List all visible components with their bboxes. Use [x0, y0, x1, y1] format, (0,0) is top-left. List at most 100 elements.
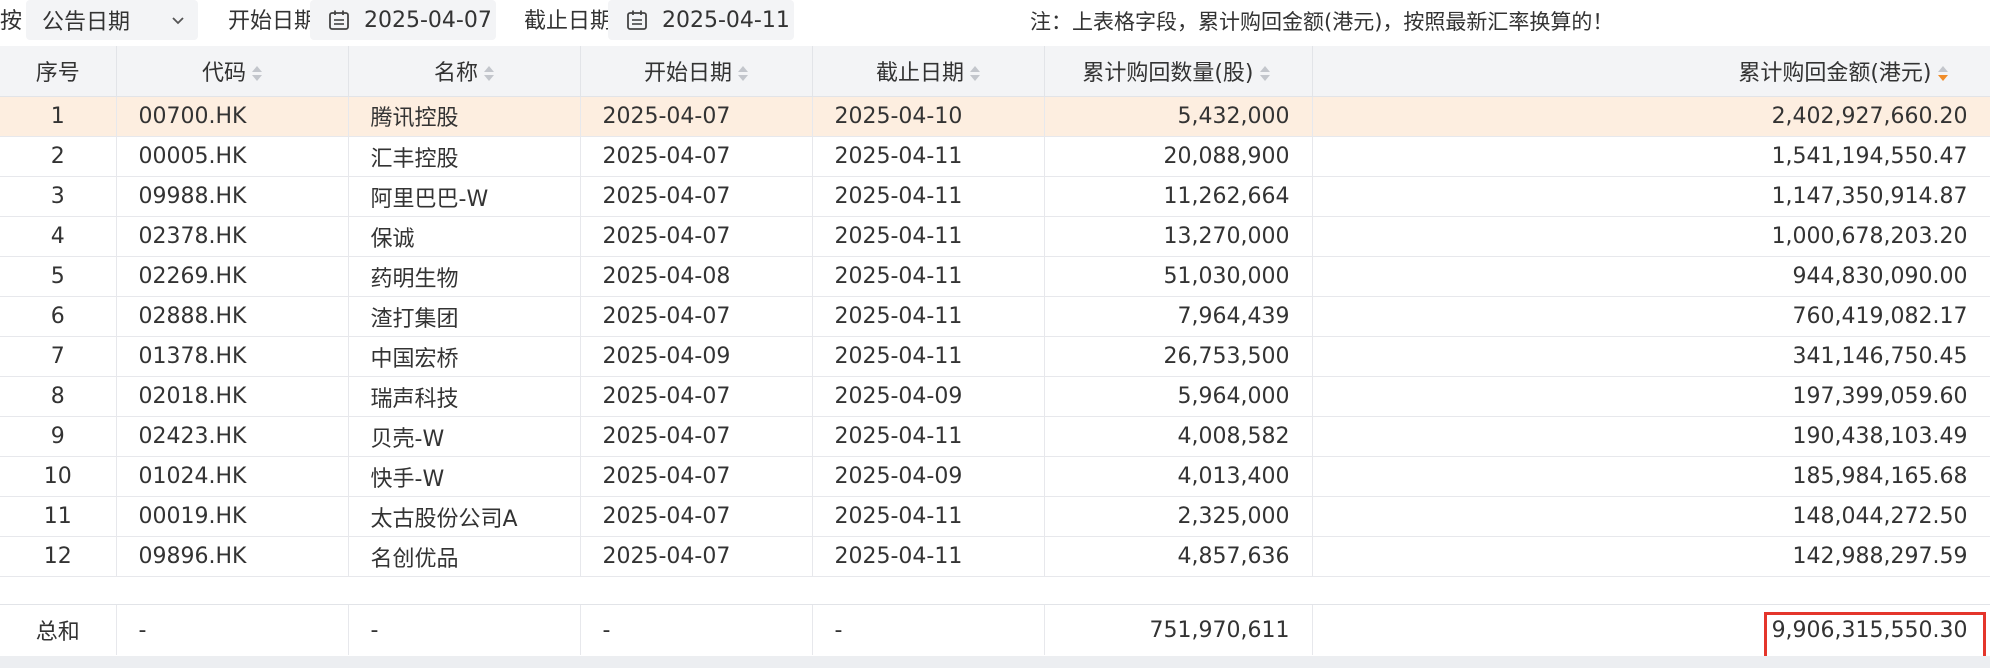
cell-amount: 1,541,194,550.47	[1312, 136, 1990, 177]
cell-code: 09896.HK	[116, 536, 349, 577]
cell-end-date: 2025-04-09	[812, 376, 1045, 417]
cell-amount: 197,399,059.60	[1312, 376, 1990, 417]
cell-quantity: 4,008,582	[1044, 416, 1313, 457]
sort-icon[interactable]	[1259, 65, 1270, 83]
cell-index: 3	[0, 176, 117, 217]
total-code: -	[116, 605, 349, 655]
column-header-amount[interactable]: 累计购回金额(港元)	[1312, 46, 1990, 97]
cell-amount: 944,830,090.00	[1312, 256, 1990, 297]
sort-icon[interactable]	[484, 65, 494, 83]
cell-quantity: 51,030,000	[1044, 256, 1313, 297]
cell-code: 02423.HK	[116, 416, 349, 457]
cell-name: 快手-W	[348, 456, 581, 497]
table-row[interactable]: 9 02423.HK 贝壳-W 2025-04-07 2025-04-11 4,008,5…	[0, 416, 1990, 457]
cell-name: 贝壳-W	[348, 416, 581, 457]
cell-amount: 1,147,350,914.87	[1312, 176, 1990, 217]
table-row[interactable]: 2 00005.HK 汇丰控股 2025-04-07 2025-04-11 20,088,…	[0, 136, 1990, 177]
cell-index: 9	[0, 416, 117, 457]
date-type-select[interactable]: 公告日期	[26, 0, 198, 40]
column-header-name[interactable]: 名称	[348, 46, 581, 97]
cell-quantity: 5,964,000	[1044, 376, 1313, 417]
cell-quantity: 20,088,900	[1044, 136, 1313, 177]
end-date-label: 截止日期	[524, 9, 613, 34]
cell-code: 00005.HK	[116, 136, 349, 177]
cell-index: 2	[0, 136, 117, 177]
cell-end-date: 2025-04-11	[812, 256, 1045, 297]
cell-start-date: 2025-04-07	[580, 176, 813, 217]
cell-name: 汇丰控股	[348, 136, 581, 177]
start-date-picker[interactable]: 2025-04-07	[310, 0, 496, 40]
cell-start-date: 2025-04-07	[580, 496, 813, 537]
cell-end-date: 2025-04-11	[812, 296, 1045, 337]
buyback-table: 序号 代码 名称 开始日期 截止日期 累计购回数量(股) 累计购回金额(港元) …	[0, 46, 1990, 668]
cell-amount: 185,984,165.68	[1312, 456, 1990, 497]
sort-desc-icon[interactable]	[1937, 65, 1948, 83]
sort-icon[interactable]	[738, 65, 748, 83]
cell-quantity: 13,270,000	[1044, 216, 1313, 257]
sort-icon[interactable]	[252, 65, 262, 83]
cell-code: 02378.HK	[116, 216, 349, 257]
cell-end-date: 2025-04-11	[812, 496, 1045, 537]
cell-end-date: 2025-04-11	[812, 536, 1045, 577]
cell-code: 01378.HK	[116, 336, 349, 377]
cell-index: 8	[0, 376, 117, 417]
table-row[interactable]: 1 00700.HK 腾讯控股 2025-04-07 2025-04-10 5,432,0…	[0, 96, 1990, 137]
cell-start-date: 2025-04-08	[580, 256, 813, 297]
cell-quantity: 2,325,000	[1044, 496, 1313, 537]
cell-index: 11	[0, 496, 117, 537]
cell-name: 腾讯控股	[348, 96, 581, 137]
table-body: 1 00700.HK 腾讯控股 2025-04-07 2025-04-10 5,432,0…	[0, 96, 1990, 601]
total-name: -	[348, 605, 581, 655]
cell-name: 阿里巴巴-W	[348, 176, 581, 217]
cell-end-date: 2025-04-10	[812, 96, 1045, 137]
horizontal-scrollbar[interactable]	[0, 656, 1990, 668]
cell-start-date: 2025-04-07	[580, 536, 813, 577]
column-header-start-date[interactable]: 开始日期	[580, 46, 813, 97]
total-quantity: 751,970,611	[1044, 605, 1313, 655]
cell-quantity: 4,013,400	[1044, 456, 1313, 497]
cell-amount: 341,146,750.45	[1312, 336, 1990, 377]
cell-index: 4	[0, 216, 117, 257]
totals-row: 总和 - - - - 751,970,611 9,906,315,550.30	[0, 604, 1990, 657]
column-header-index[interactable]: 序号	[0, 46, 117, 97]
cell-quantity: 11,262,664	[1044, 176, 1313, 217]
cell-code: 00019.HK	[116, 496, 349, 537]
sort-icon[interactable]	[970, 65, 980, 83]
table-row[interactable]: 8 02018.HK 瑞声科技 2025-04-07 2025-04-09 5,964,0…	[0, 376, 1990, 417]
cell-end-date: 2025-04-11	[812, 176, 1045, 217]
cell-quantity: 4,857,636	[1044, 536, 1313, 577]
column-header-end-date[interactable]: 截止日期	[812, 46, 1045, 97]
end-date-value: 2025-04-11	[662, 7, 790, 33]
end-date-picker[interactable]: 2025-04-11	[608, 0, 794, 40]
filter-prefix: 按	[0, 9, 23, 34]
table-row[interactable]: 5 02269.HK 药明生物 2025-04-08 2025-04-11 51,030,…	[0, 256, 1990, 297]
cell-end-date: 2025-04-11	[812, 216, 1045, 257]
table-row[interactable]: 4 02378.HK 保诚 2025-04-07 2025-04-11 13,270,00…	[0, 216, 1990, 257]
table-row[interactable]: 7 01378.HK 中国宏桥 2025-04-09 2025-04-11 26,753,…	[0, 336, 1990, 377]
cell-index: 10	[0, 456, 117, 497]
cell-code: 02888.HK	[116, 296, 349, 337]
cell-index: 5	[0, 256, 117, 297]
cell-amount: 760,419,082.17	[1312, 296, 1990, 337]
cell-amount: 2,402,927,660.20	[1312, 96, 1990, 137]
cell-amount: 190,438,103.49	[1312, 416, 1990, 457]
table-row[interactable]: 3 09988.HK 阿里巴巴-W 2025-04-07 2025-04-11 11,26…	[0, 176, 1990, 217]
cell-name: 渣打集团	[348, 296, 581, 337]
cell-amount: 148,044,272.50	[1312, 496, 1990, 537]
table-row[interactable]: 6 02888.HK 渣打集团 2025-04-07 2025-04-11 7,964,4…	[0, 296, 1990, 337]
table-row[interactable]: 11 00019.HK 太古股份公司A 2025-04-07 2025-04-11 2,3…	[0, 496, 1990, 537]
exchange-rate-note: 注：上表格字段，累计购回金额(港元)，按照最新汇率换算的！	[1030, 10, 1614, 34]
cell-index: 6	[0, 296, 117, 337]
cell-end-date: 2025-04-09	[812, 456, 1045, 497]
column-header-quantity[interactable]: 累计购回数量(股)	[1044, 46, 1313, 97]
column-header-code[interactable]: 代码	[116, 46, 349, 97]
table-row[interactable]: 10 01024.HK 快手-W 2025-04-07 2025-04-09 4,013,…	[0, 456, 1990, 497]
cell-end-date: 2025-04-11	[812, 336, 1045, 377]
date-type-value: 公告日期	[42, 10, 131, 35]
cell-name: 太古股份公司A	[348, 496, 581, 537]
cell-code: 00700.HK	[116, 96, 349, 137]
cell-name: 中国宏桥	[348, 336, 581, 377]
cell-code: 09988.HK	[116, 176, 349, 217]
cell-index: 12	[0, 536, 117, 577]
table-row[interactable]: 12 09896.HK 名创优品 2025-04-07 2025-04-11 4,857,…	[0, 536, 1990, 577]
